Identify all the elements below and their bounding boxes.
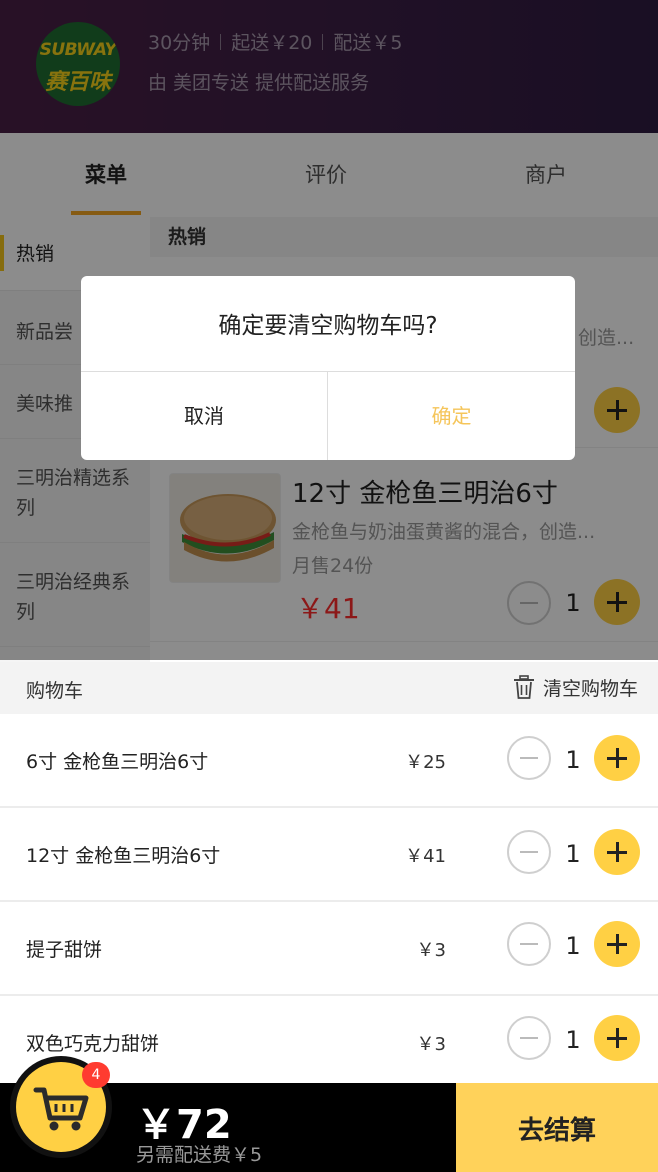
clear-cart-button[interactable]: 清空购物车 [513,674,638,704]
increase-item-button[interactable] [594,921,640,967]
decrease-item-button[interactable] [507,922,551,966]
cart-item-quantity: 1 [565,746,581,774]
decrease-item-button[interactable] [507,830,551,874]
increase-item-button[interactable] [594,829,640,875]
cart-item-quantity: 1 [565,840,581,868]
checkout-label: 去结算 [517,1116,596,1146]
cart-count-badge: 4 [82,1062,110,1088]
decrease-item-button[interactable] [507,1016,551,1060]
increase-item-button[interactable] [594,735,640,781]
clear-cart-label: 清空购物车 [542,678,638,700]
cart-header: 购物车 清空购物车 [0,662,658,714]
cart-item-name: 双色巧克力甜饼 [26,1033,160,1055]
confirm-button[interactable]: 确定 [328,372,575,460]
cart-item-name: 提子甜饼 [26,939,103,961]
cart-item: 6寸 金枪鱼三明治6寸 ￥25 1 [0,714,658,808]
increase-item-button[interactable] [594,1015,640,1061]
cart-item-price: ￥3 [416,1034,446,1055]
extra-delivery-fee: 另需配送费￥5 [136,1144,263,1166]
cart-item-name: 6寸 金枪鱼三明治6寸 [26,751,209,773]
cart-item-quantity: 1 [565,932,581,960]
cart-item-quantity: 1 [565,1026,581,1054]
cart-item: 提子甜饼 ￥3 1 [0,902,658,996]
clear-cart-dialog: 确定要清空购物车吗? 取消 确定 [81,276,575,460]
cart-title: 购物车 [26,680,84,702]
decrease-item-button[interactable] [507,736,551,780]
checkout-button[interactable]: 去结算 [456,1083,658,1172]
cart-item-name: 12寸 金枪鱼三明治6寸 [26,845,221,867]
cart-item-price: ￥41 [405,846,446,867]
dialog-title: 确定要清空购物车吗? [218,313,438,339]
trash-icon [513,675,535,704]
cart-item-price: ￥25 [405,752,446,773]
cancel-button[interactable]: 取消 [81,372,327,460]
cart-item: 12寸 金枪鱼三明治6寸 ￥41 1 [0,808,658,902]
cart-item-price: ￥3 [416,940,446,961]
